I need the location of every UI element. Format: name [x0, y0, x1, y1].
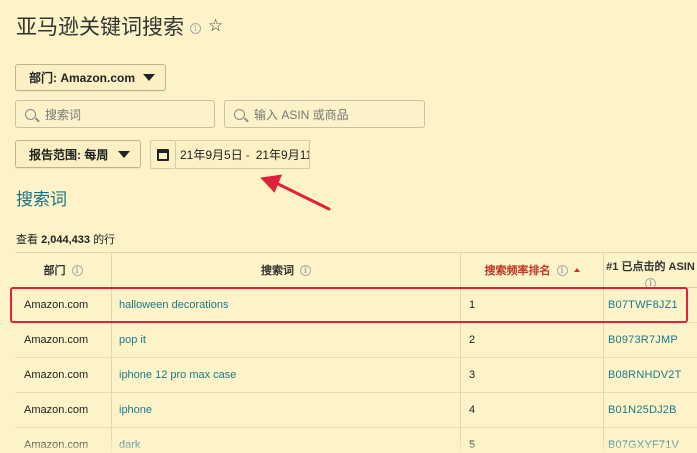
sort-asc-icon — [573, 268, 580, 272]
caret-down-icon — [143, 74, 155, 81]
report-range-dropdown[interactable]: 报告范围: 每周 — [15, 140, 141, 168]
star-icon[interactable]: ☆ — [208, 16, 223, 36]
cell-department: Amazon.com — [15, 393, 112, 427]
scroll-fade — [0, 438, 697, 453]
cell-asin-link[interactable]: B0973R7JMP — [604, 323, 697, 357]
table-row[interactable]: Amazon.com iphone 4 B01N25DJ2B — [15, 393, 697, 428]
cell-search-term-link[interactable]: pop it — [112, 323, 461, 357]
row-count-suffix: 的行 — [93, 234, 116, 246]
header-department-label: 部门 — [43, 265, 66, 277]
highlight-box — [10, 287, 688, 323]
caret-down-icon — [118, 150, 130, 158]
cell-department: Amazon.com — [15, 358, 112, 392]
header-top-asin[interactable]: #1 已点击的 ASIN i — [604, 253, 697, 287]
cell-search-term-link[interactable]: iphone — [112, 393, 461, 427]
date-separator: - — [245, 147, 250, 162]
search-icon — [25, 108, 36, 120]
cell-search-term-link[interactable]: iphone 12 pro max case — [112, 358, 461, 392]
date-end: 21年9月11日 — [255, 148, 309, 162]
row-count-value: 2,044,433 — [41, 234, 90, 246]
info-icon[interactable]: i — [190, 22, 201, 34]
info-icon[interactable]: i — [556, 264, 568, 276]
cell-rank: 2 — [461, 323, 604, 357]
cell-asin-link[interactable]: B01N25DJ2B — [604, 393, 697, 427]
section-title: 搜索词 — [16, 190, 67, 210]
header-search-rank-label: 搜索频率排名 — [484, 265, 551, 277]
title-row: 亚马逊关键词搜索 i ☆ — [16, 11, 223, 41]
date-range-input[interactable]: 21年9月5日 - 21年9月11日 — [176, 140, 310, 169]
calendar-button[interactable] — [150, 140, 176, 169]
row-count: 查看 2,044,433 的行 — [16, 231, 115, 247]
header-top-asin-label: #1 已点击的 ASIN — [606, 261, 695, 273]
department-dropdown[interactable]: 部门: Amazon.com — [15, 64, 166, 91]
cell-department: Amazon.com — [15, 323, 112, 357]
search-term-placeholder: 搜索词 — [45, 107, 82, 122]
row-count-prefix: 查看 — [16, 234, 38, 246]
table-row[interactable]: Amazon.com pop it 2 B0973R7JMP — [15, 323, 697, 358]
table-header: 部门 i 搜索词 i 搜索频率排名 i #1 已点击的 ASIN i — [15, 252, 697, 288]
info-icon[interactable]: i — [300, 264, 311, 276]
info-icon[interactable]: i — [71, 264, 83, 276]
header-search-rank[interactable]: 搜索频率排名 i — [461, 253, 604, 287]
asin-input[interactable]: 输入 ASIN 或商品 — [224, 100, 425, 128]
header-department[interactable]: 部门 i — [15, 253, 112, 287]
page-title: 亚马逊关键词搜索 — [16, 15, 184, 39]
cell-rank: 3 — [461, 358, 604, 392]
asin-placeholder: 输入 ASIN 或商品 — [254, 107, 349, 122]
report-range-label: 报告范围: 每周 — [29, 147, 109, 162]
cell-asin-link[interactable]: B08RNHDV2T — [604, 358, 697, 392]
info-icon[interactable]: i — [645, 278, 656, 287]
search-terms-table: 部门 i 搜索词 i 搜索频率排名 i #1 已点击的 ASIN i Amazo… — [15, 252, 697, 453]
header-search-term[interactable]: 搜索词 i — [112, 253, 461, 287]
header-search-term-label: 搜索词 — [261, 265, 294, 277]
search-term-input[interactable]: 搜索词 — [15, 100, 215, 128]
date-start: 21年9月5日 — [180, 148, 243, 162]
cell-rank: 4 — [461, 393, 604, 427]
search-icon — [234, 108, 245, 120]
table-row[interactable]: Amazon.com iphone 12 pro max case 3 B08R… — [15, 358, 697, 393]
department-dropdown-label: 部门: Amazon.com — [29, 71, 136, 85]
calendar-icon — [157, 148, 169, 161]
annotation-arrow — [260, 174, 331, 211]
